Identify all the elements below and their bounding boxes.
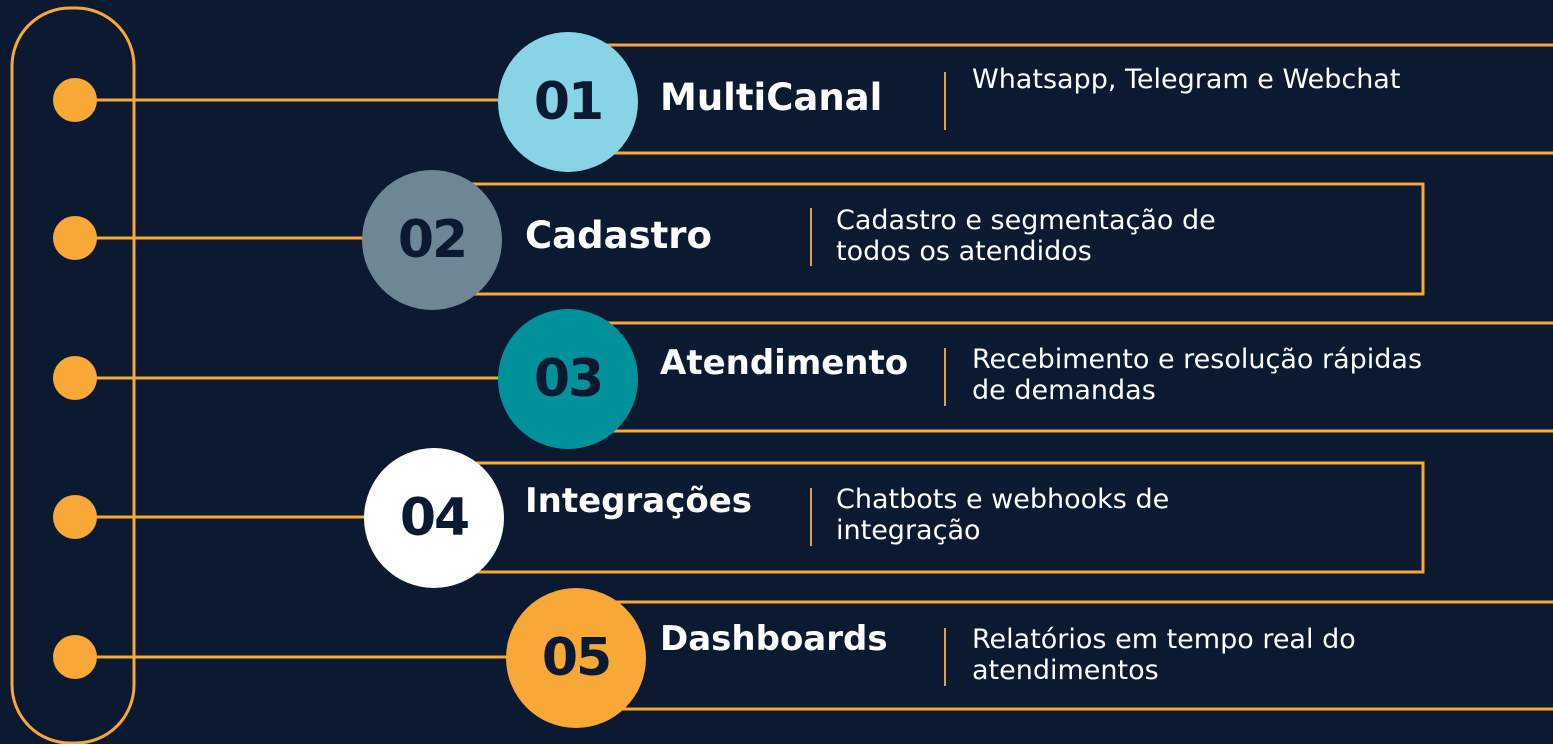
rail-dot-03 xyxy=(53,356,97,400)
step-title-02: Cadastro xyxy=(525,214,712,257)
step-number-04: 04 xyxy=(364,448,504,588)
step-title-04: Integrações xyxy=(525,481,753,521)
rail-dot-02 xyxy=(53,216,97,260)
step-number-03: 03 xyxy=(498,309,638,449)
rail-dot-04 xyxy=(53,495,97,539)
step-title-03: Atendimento xyxy=(660,343,909,383)
step-number-01: 01 xyxy=(498,32,638,172)
step-description-02: Cadastro e segmentação de todos os atend… xyxy=(836,205,1216,267)
step-number-05: 05 xyxy=(506,588,646,728)
separator-05 xyxy=(944,628,946,686)
step-description-05: Relatórios em tempo real do atendimentos xyxy=(972,624,1356,686)
step-description-04: Chatbots e webhooks de integração xyxy=(836,484,1170,546)
rail-dot-01 xyxy=(53,78,97,122)
rail-dot-05 xyxy=(53,635,97,679)
step-title-05: Dashboards xyxy=(660,619,888,659)
timeline-diagram: 01 MultiCanal Whatsapp, Telegram e Webch… xyxy=(0,0,1553,744)
separator-03 xyxy=(944,348,946,406)
separator-01 xyxy=(944,72,946,130)
separator-04 xyxy=(810,488,812,546)
separator-02 xyxy=(810,208,812,266)
step-number-02: 02 xyxy=(362,170,502,310)
step-description-03: Recebimento e resolução rápidas de deman… xyxy=(972,344,1423,406)
step-description-01: Whatsapp, Telegram e Webchat xyxy=(972,64,1401,95)
step-title-01: MultiCanal xyxy=(660,76,883,119)
